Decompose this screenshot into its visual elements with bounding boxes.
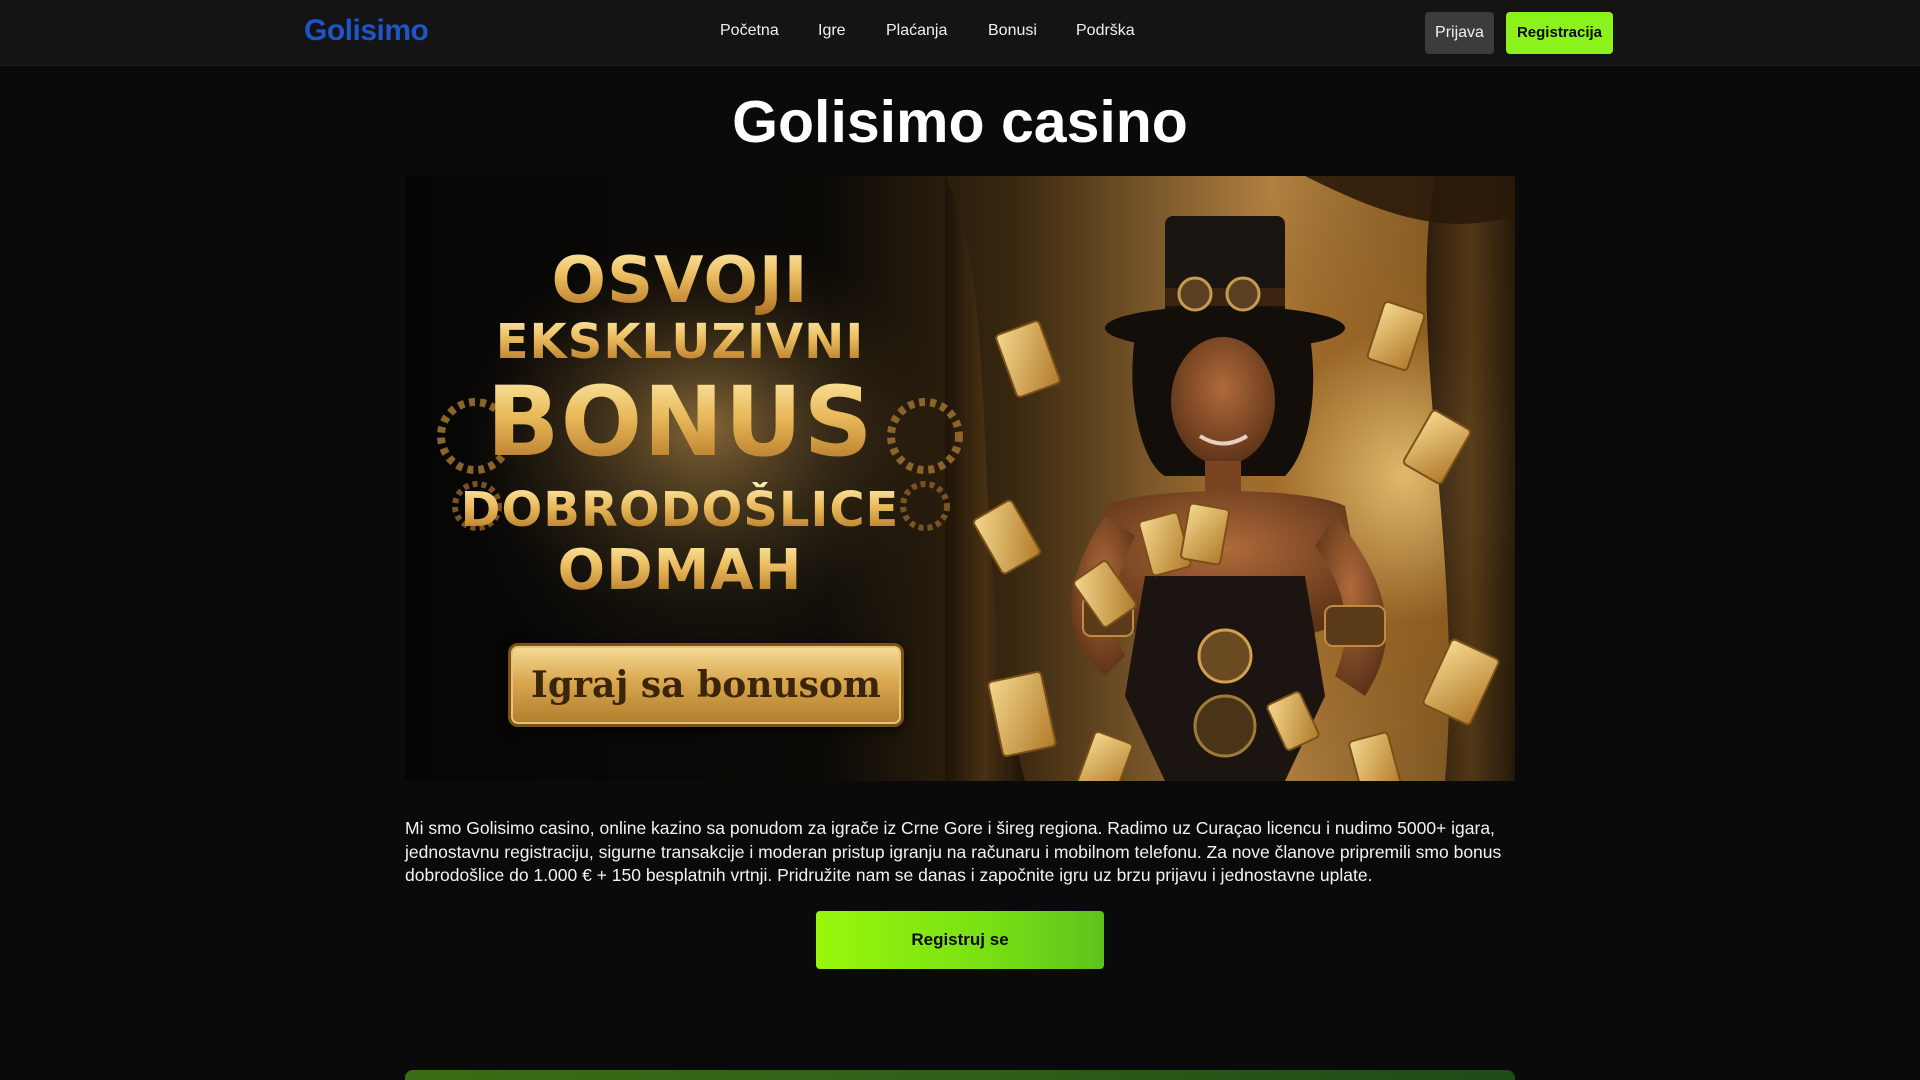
banner-headline-line5: ODMAH (450, 538, 910, 603)
banner-headline-line4: DOBRODOŠLICE (450, 482, 910, 538)
play-with-bonus-button[interactable]: Igraj sa bonusom (508, 643, 904, 727)
banner-headline-line1: OSVOJI (450, 244, 910, 318)
nav-item-pocetna[interactable]: Početna (720, 22, 779, 40)
registration-button[interactable]: Registracija (1506, 12, 1613, 54)
intro-paragraph: Mi smo Golisimo casino, online kazino sa… (405, 818, 1502, 885)
main-nav: Početna Igre Plaćanja Bonusi Podrška (0, 22, 1920, 46)
nav-item-bonusi[interactable]: Bonusi (988, 22, 1037, 40)
welcome-bonus-banner[interactable]: OSVOJI EKSKLUZIVNI BONUS DOBRODOŠLICE OD… (405, 176, 1515, 781)
page-title: Golisimo casino (732, 89, 1188, 155)
login-button[interactable]: Prijava (1425, 12, 1494, 54)
nav-item-placanja[interactable]: Plaćanja (886, 22, 947, 40)
register-button[interactable]: Registruj se (816, 911, 1104, 969)
banner-headline-line2: EKSKLUZIVNI (450, 314, 910, 370)
next-section-panel (405, 1070, 1515, 1080)
nav-item-igre[interactable]: Igre (818, 22, 846, 40)
top-navigation-bar: Golisimo Početna Igre Plaćanja Bonusi Po… (0, 0, 1920, 66)
banner-headline-line3: BONUS (450, 366, 910, 478)
nav-item-podrska[interactable]: Podrška (1076, 22, 1135, 40)
